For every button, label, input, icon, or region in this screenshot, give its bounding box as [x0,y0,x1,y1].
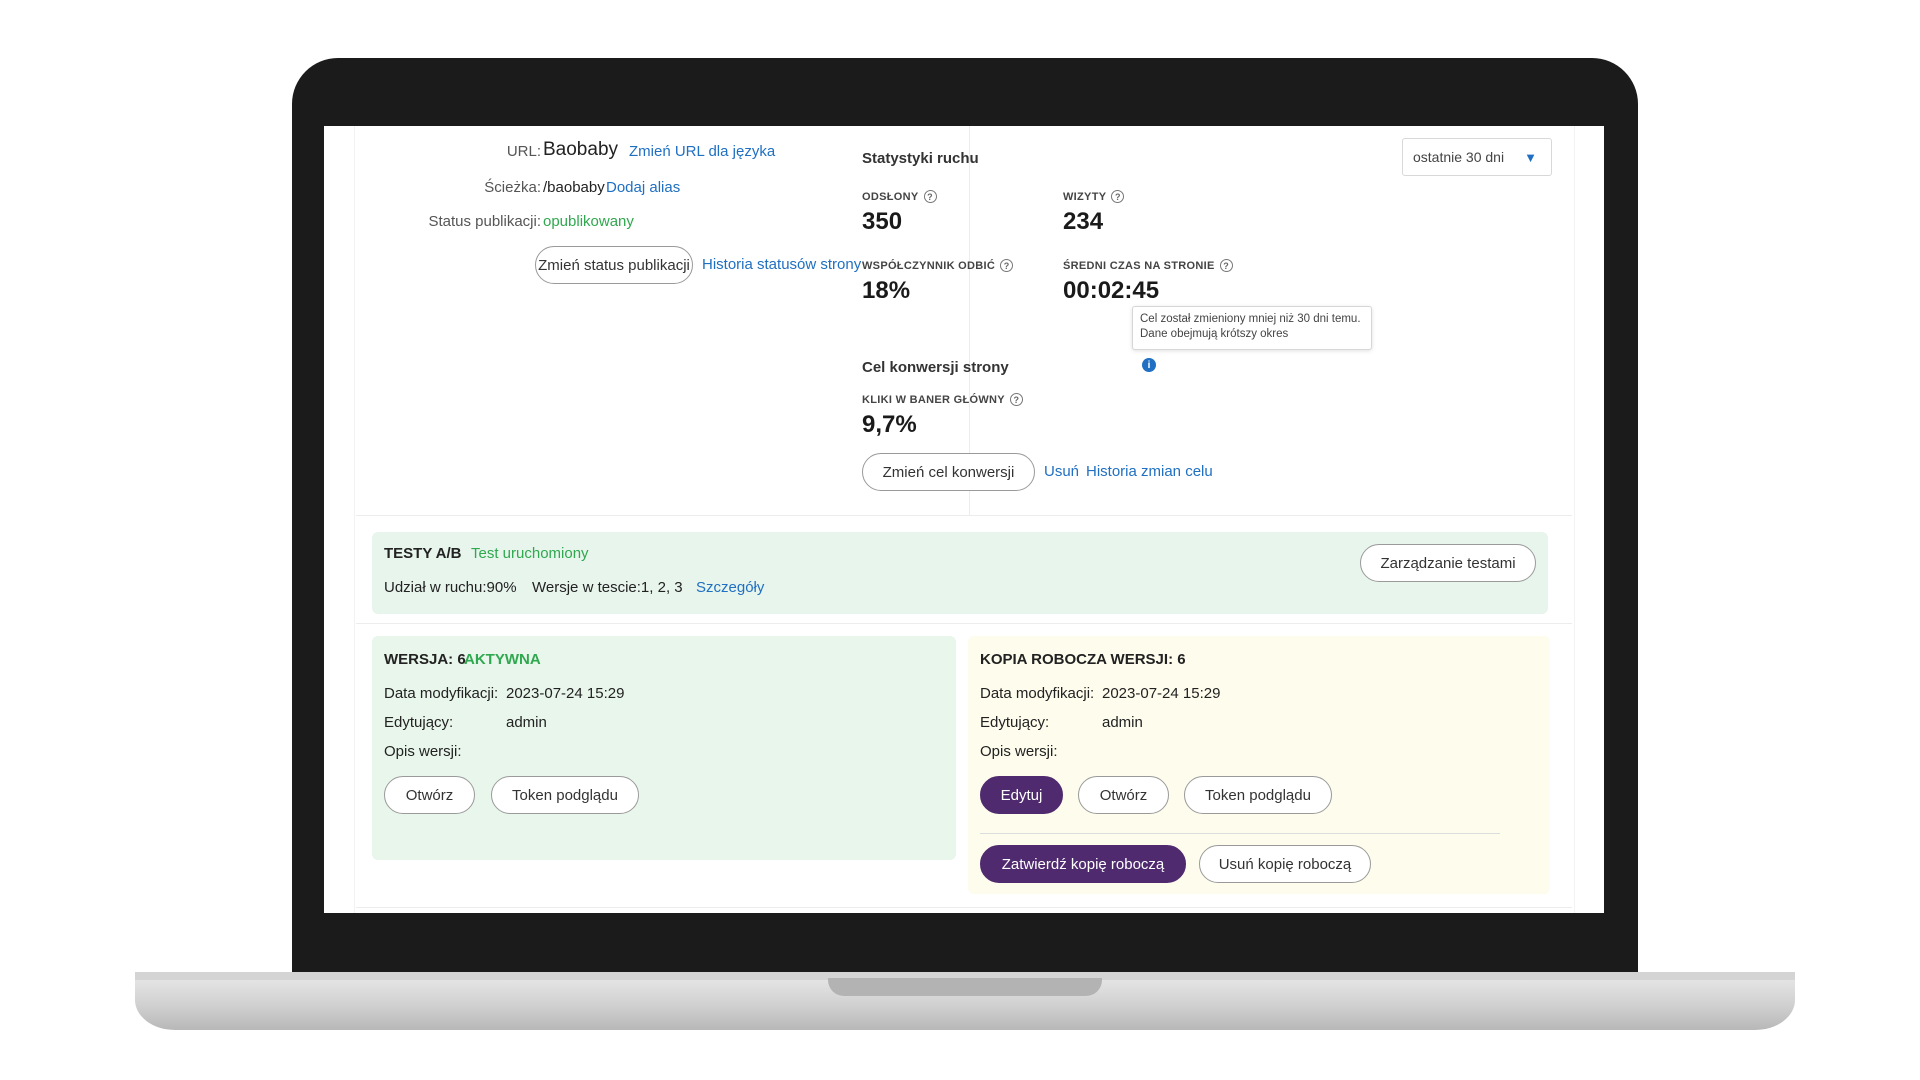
content-border-left [354,126,355,913]
active-version-panel: WERSJA: 6 AKTYWNA Data modyfikacji: 2023… [372,636,956,860]
manage-tests-button[interactable]: Zarządzanie testami [1360,544,1536,582]
stat-label-bounce-rate: WSPÓŁCZYNNIK ODBIĆ? [862,259,1014,272]
draft-open-button[interactable]: Otwórz [1078,776,1169,814]
path-value: /baobaby [543,179,605,196]
ab-tests-title: TESTY A/B [384,545,462,562]
info-icon[interactable]: i [1142,358,1156,372]
approve-draft-button[interactable]: Zatwierdź kopię roboczą [980,845,1186,883]
content-border-right [1574,126,1575,913]
section-divider [356,515,1572,516]
remove-goal-link[interactable]: Usuń [1044,463,1079,480]
publication-status-value: opublikowany [543,213,634,230]
ab-details-link[interactable]: Szczegóły [696,579,764,596]
version-modified-label: Data modyfikacji: [384,685,499,702]
draft-editor-label: Edytujący: [980,714,1050,731]
help-icon[interactable]: ? [1219,259,1233,272]
conversion-goal-title: Cel konwersji strony [862,359,1009,376]
stat-value-visits: 234 [1063,208,1104,235]
draft-title: KOPIA ROBOCZA WERSJI: 6 [980,651,1186,668]
ab-test-status: Test uruchomiony [471,545,589,562]
traffic-stats-title: Statystyki ruchu [862,150,979,167]
version-open-button[interactable]: Otwórz [384,776,475,814]
ab-traffic-share: Udział w ruchu:90% [384,579,517,596]
draft-editor-value: admin [1102,714,1143,731]
version-editor-label: Edytujący: [384,714,454,731]
help-icon[interactable]: ? [923,190,937,203]
change-conversion-goal-button[interactable]: Zmień cel konwersji [862,453,1035,491]
draft-modified-value: 2023-07-24 15:29 [1102,685,1221,702]
draft-description-label: Opis wersji: [980,743,1058,760]
caret-down-icon: ▼ [1524,150,1537,165]
conversion-tooltip: Cel został zmieniony mniej niż 30 dni te… [1132,306,1372,350]
conversion-metric-value: 9,7% [862,411,917,438]
version-editor-value: admin [506,714,547,731]
draft-version-panel: KOPIA ROBOCZA WERSJI: 6 Data modyfikacji… [968,636,1550,894]
section-divider [356,623,1572,624]
version-modified-value: 2023-07-24 15:29 [506,685,625,702]
add-alias-link[interactable]: Dodaj alias [606,179,680,196]
ab-test-versions: Wersje w tescie:1, 2, 3 [532,579,683,596]
period-select-value: ostatnie 30 dni [1413,149,1505,165]
status-history-link[interactable]: Historia statusów strony [702,256,861,273]
path-label: Ścieżka: [484,179,541,196]
change-publication-status-button[interactable]: Zmień status publikacji [535,246,693,284]
url-label: URL: [506,143,541,160]
draft-preview-token-button[interactable]: Token podglądu [1184,776,1332,814]
version-preview-token-button[interactable]: Token podglądu [491,776,639,814]
ab-tests-panel: TESTY A/B Test uruchomiony Udział w ruch… [372,532,1548,614]
version-status-badge: AKTYWNA [464,651,541,668]
conversion-metric-label: KLIKI W BANER GŁÓWNY? [862,393,1023,406]
help-icon[interactable]: ? [1111,190,1125,203]
stat-label-avg-time: ŚREDNI CZAS NA STRONIE? [1063,259,1233,272]
stat-value-bounce-rate: 18% [862,277,911,304]
url-value: Baobaby [543,139,619,160]
section-divider [356,907,1572,908]
version-description-label: Opis wersji: [384,743,462,760]
stat-value-pageviews: 350 [862,208,903,235]
draft-inner-divider [980,833,1500,834]
version-title: WERSJA: 6 [384,651,466,668]
delete-draft-button[interactable]: Usuń kopię roboczą [1199,845,1371,883]
period-select[interactable]: ostatnie 30 dni ▼ [1402,138,1552,176]
stat-label-visits: WIZYTY? [1063,190,1125,203]
publication-status-label: Status publikacji: [428,213,541,230]
stat-label-pageviews: ODSŁONY? [862,190,937,203]
goal-history-link[interactable]: Historia zmian celu [1086,463,1213,480]
draft-modified-label: Data modyfikacji: [980,685,1095,702]
help-icon[interactable]: ? [1000,259,1014,272]
laptop-notch [828,978,1102,996]
stat-value-avg-time: 00:02:45 [1063,277,1160,304]
help-icon[interactable]: ? [1009,393,1023,406]
screen: URL: Baobaby Zmień URL dla języka Ścieżk… [324,126,1604,913]
change-url-link[interactable]: Zmień URL dla języka [629,143,775,160]
draft-edit-button[interactable]: Edytuj [980,776,1063,814]
